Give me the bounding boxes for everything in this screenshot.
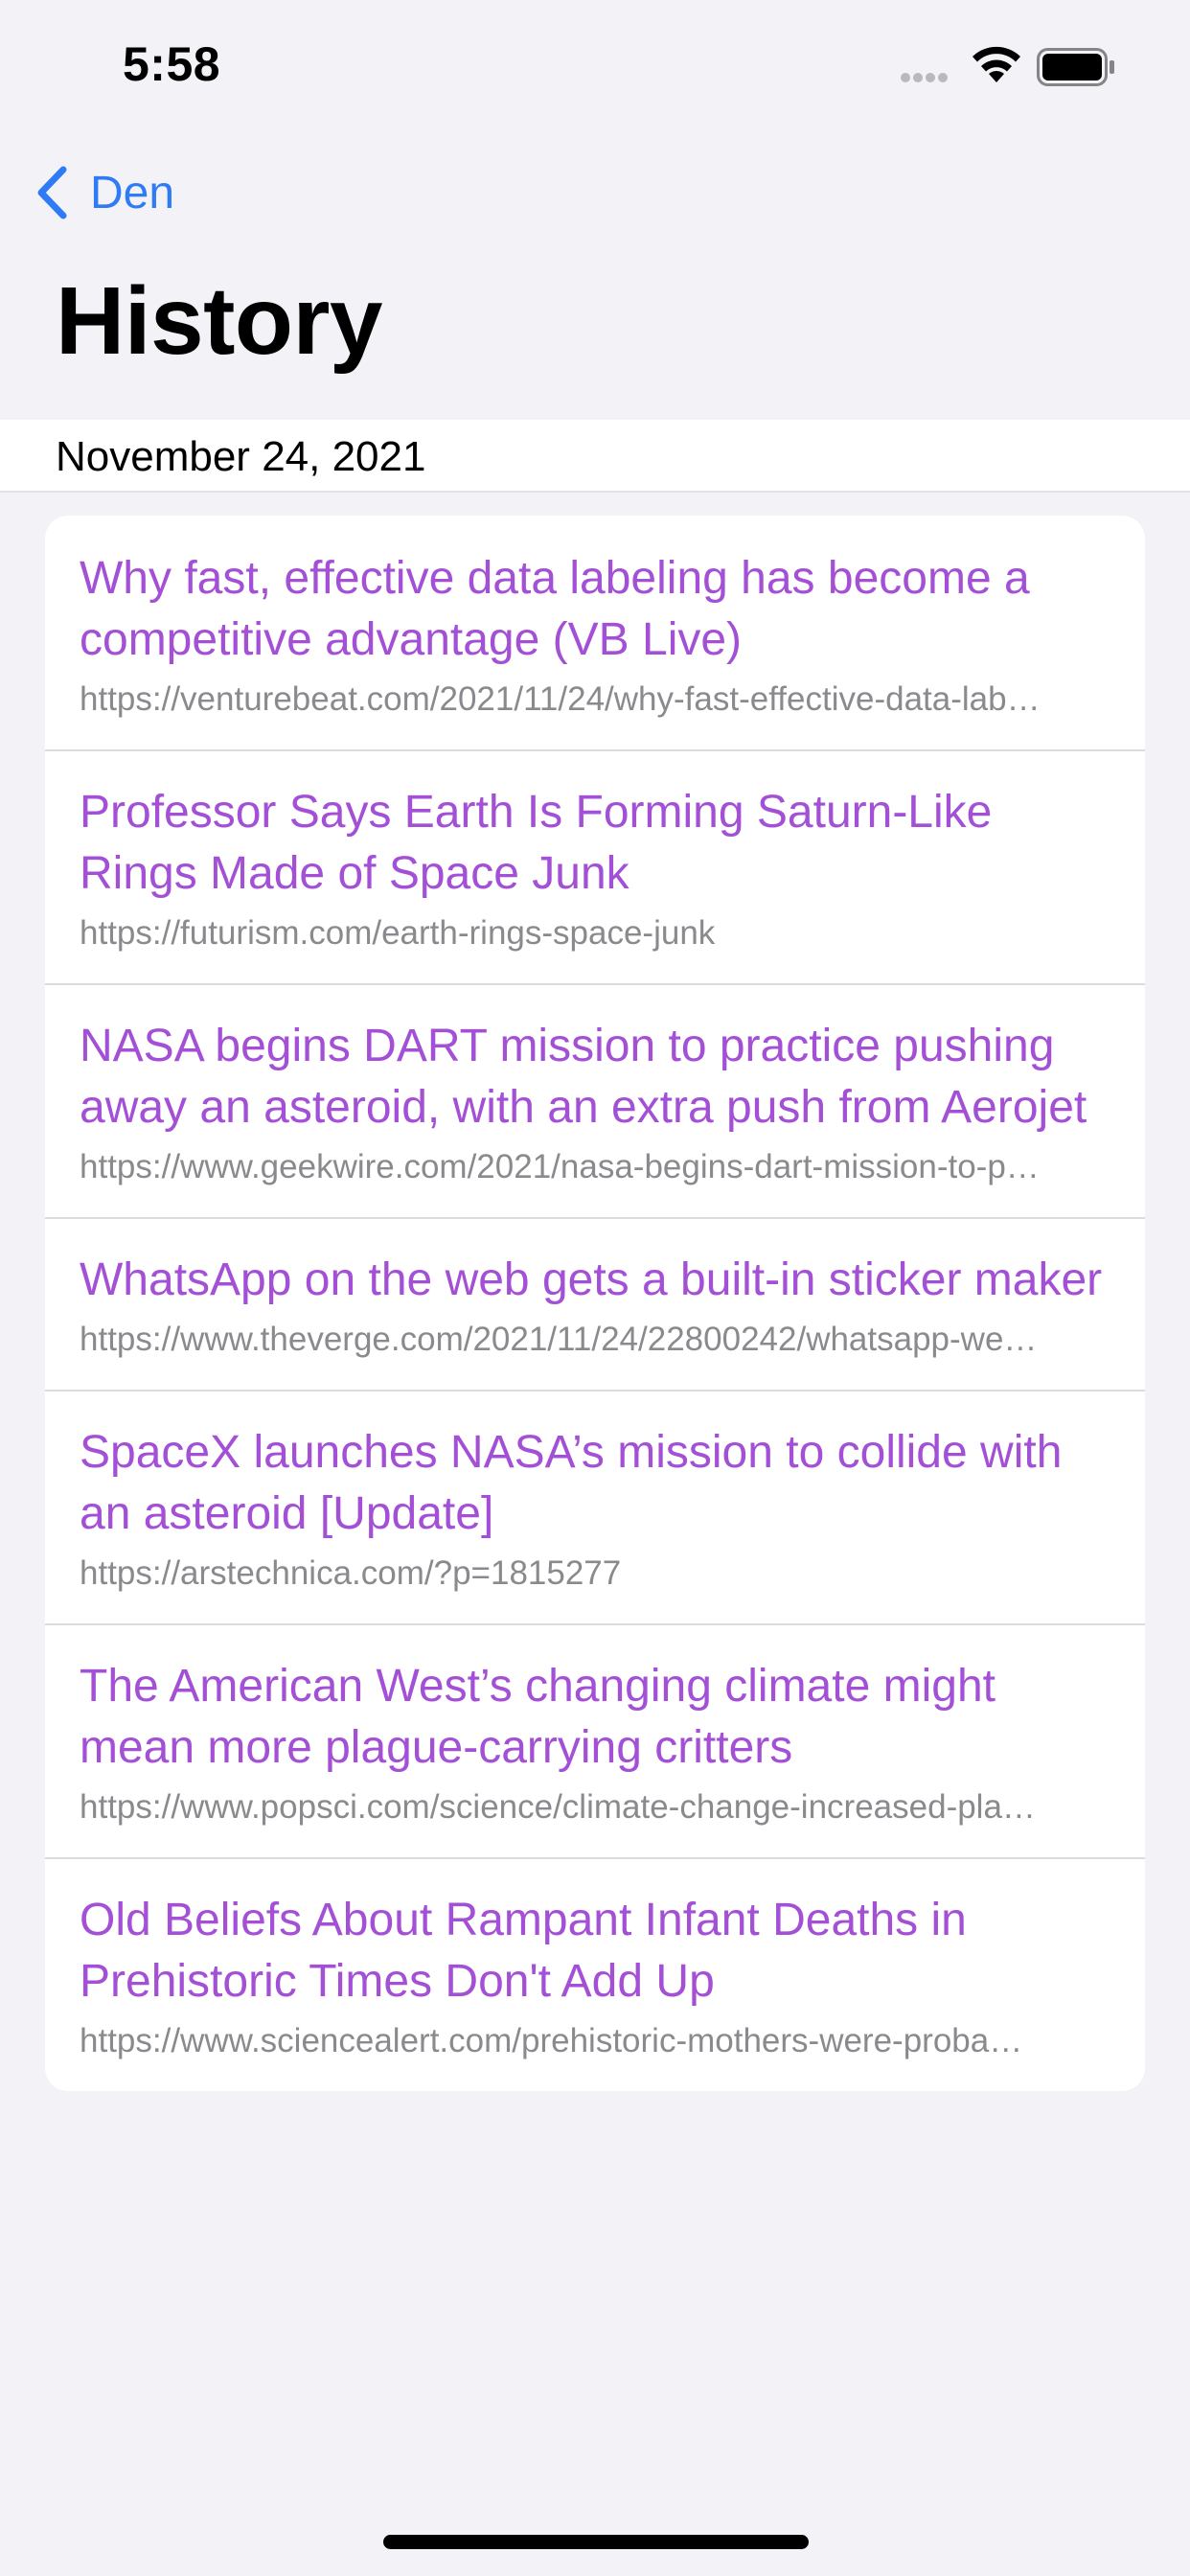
history-item-title: Why fast, effective data labeling has be… bbox=[80, 553, 1030, 665]
history-list: Why fast, effective data labeling has be… bbox=[45, 516, 1145, 2091]
history-item-title: The American West’s changing climate mig… bbox=[80, 1661, 995, 1773]
history-item[interactable]: SpaceX launches NASA’s mission to collid… bbox=[45, 1390, 1145, 1623]
history-item-title: Old Beliefs About Rampant Infant Deaths … bbox=[80, 1895, 967, 2007]
back-button-label: Den bbox=[90, 167, 175, 218]
chevron-left-icon bbox=[37, 166, 67, 219]
history-item-url: https://www.sciencealert.com/prehistoric… bbox=[80, 2022, 1023, 2059]
history-item[interactable]: NASA begins DART mission to practice pus… bbox=[45, 983, 1145, 1217]
status-bar: 5:58 bbox=[0, 0, 1190, 134]
section-date: November 24, 2021 bbox=[56, 433, 426, 480]
history-item-title: WhatsApp on the web gets a built-in stic… bbox=[80, 1254, 1103, 1305]
history-item-title: SpaceX launches NASA’s mission to collid… bbox=[80, 1427, 1063, 1539]
history-item[interactable]: Why fast, effective data labeling has be… bbox=[45, 516, 1145, 749]
history-item-title: NASA begins DART mission to practice pus… bbox=[80, 1021, 1087, 1133]
history-item-url: https://futurism.com/earth-rings-space-j… bbox=[80, 914, 716, 952]
battery-icon bbox=[1037, 48, 1114, 86]
history-item[interactable]: Professor Says Earth Is Forming Saturn-L… bbox=[45, 749, 1145, 983]
history-item-url: https://www.theverge.com/2021/11/24/2280… bbox=[80, 1321, 1038, 1358]
history-item-url: https://arstechnica.com/?p=1815277 bbox=[80, 1554, 622, 1592]
history-item-url: https://venturebeat.com/2021/11/24/why-f… bbox=[80, 680, 1041, 718]
section-header: November 24, 2021 bbox=[0, 420, 1190, 493]
history-item[interactable]: The American West’s changing climate mig… bbox=[45, 1623, 1145, 1857]
page-title: History bbox=[56, 267, 383, 375]
wifi-icon bbox=[973, 46, 1020, 82]
home-indicator[interactable] bbox=[383, 2535, 809, 2549]
history-item[interactable]: Old Beliefs About Rampant Infant Deaths … bbox=[45, 1857, 1145, 2091]
history-item[interactable]: WhatsApp on the web gets a built-in stic… bbox=[45, 1217, 1145, 1390]
cellular-dots-icon bbox=[901, 73, 950, 84]
status-time: 5:58 bbox=[123, 37, 221, 91]
history-item-url: https://www.popsci.com/science/climate-c… bbox=[80, 1788, 1036, 1826]
history-screen: 5:58 Den History November 24, 2021 Why f… bbox=[0, 0, 1190, 2576]
history-item-title: Professor Says Earth Is Forming Saturn-L… bbox=[80, 787, 993, 899]
history-item-url: https://www.geekwire.com/2021/nasa-begin… bbox=[80, 1148, 1040, 1185]
back-button[interactable]: Den bbox=[34, 159, 174, 226]
